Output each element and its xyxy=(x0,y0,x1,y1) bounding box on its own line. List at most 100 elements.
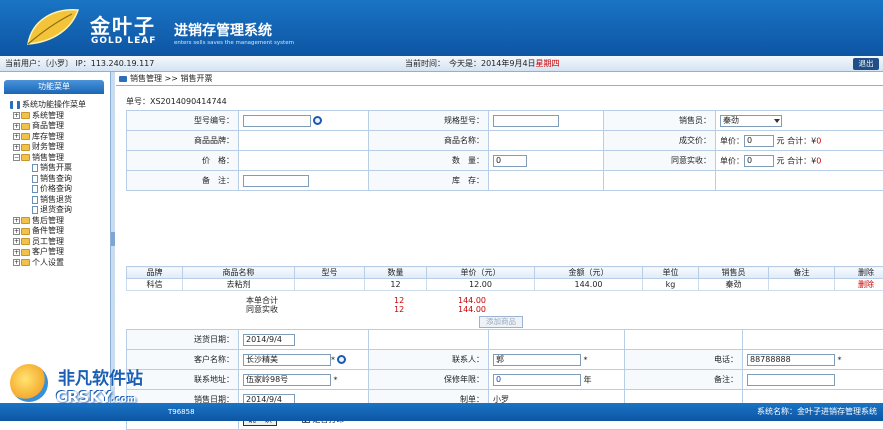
expand-icon[interactable]: + xyxy=(13,217,20,224)
folder-icon xyxy=(21,217,30,224)
col-price: 单价（元） xyxy=(427,267,535,279)
item-table: 品牌 商品名称 型号 数量 单价（元） 金额（元） 单位 销售员 备注 删除 科… xyxy=(126,266,883,291)
col-delete: 删除 xyxy=(835,267,883,279)
year-unit: 年 xyxy=(584,375,592,384)
expand-icon[interactable]: + xyxy=(13,133,20,140)
collapse-icon[interactable]: − xyxy=(13,154,20,161)
sidebar-item-label: 系统管理 xyxy=(32,111,64,122)
sidebar-item-staff[interactable]: +员工管理 xyxy=(10,237,86,248)
gold-leaf-logo-icon xyxy=(22,6,82,48)
sidebar-subitem-sales-return[interactable]: 销售退货 xyxy=(10,195,86,206)
agreed-unit-label: 单价： xyxy=(720,156,744,165)
model-no-cell xyxy=(239,111,369,131)
ship-date-input[interactable]: 2014/9/4 xyxy=(243,334,295,346)
sidebar-subitem-sales-query[interactable]: 销售查询 xyxy=(10,174,86,185)
phone-input[interactable]: 88788888 xyxy=(747,354,835,366)
sidebar: 功能菜单 系统功能操作菜单 +系统管理 +商品管理 +库存管理 +财务管理 −销… xyxy=(0,72,111,403)
search-icon[interactable] xyxy=(337,355,346,364)
remark-input[interactable] xyxy=(243,175,309,187)
breadcrumb-icon xyxy=(119,76,127,82)
breadcrumb: 销售管理 >> 销售开票 xyxy=(116,72,883,86)
contact-input[interactable]: 郭 xyxy=(493,354,581,366)
expand-icon[interactable]: + xyxy=(13,228,20,235)
warranty-label: 保修年限： xyxy=(369,370,489,390)
brand-name-cn: 金叶子 xyxy=(90,10,156,39)
sidebar-subitem-price-query[interactable]: 价格查询 xyxy=(10,184,86,195)
empty-cell xyxy=(604,171,716,191)
col-remark: 备注 xyxy=(769,267,835,279)
brand-name-en: GOLD LEAF xyxy=(91,36,156,46)
quantity-input[interactable]: 0 xyxy=(493,155,527,167)
stock-label: 库 存： xyxy=(369,171,489,191)
customer-input[interactable]: 长沙精美 xyxy=(243,354,331,366)
footer-system-name: 系统名称：金叶子进销存管理系统 xyxy=(757,403,877,421)
expand-icon[interactable]: + xyxy=(13,238,20,245)
search-icon[interactable] xyxy=(313,116,322,125)
main-content: 销售管理 >> 销售开票 单号：XS2014090414744 型号编号： 规格… xyxy=(116,72,883,403)
sidebar-splitter[interactable] xyxy=(111,72,115,403)
folder-open-icon xyxy=(21,154,30,161)
cell-salesman: 秦劲 xyxy=(699,279,769,291)
menu-root-label: 系统功能操作菜单 xyxy=(22,100,86,111)
watermark-text-en: CRSKY.com xyxy=(56,388,136,406)
cell-model xyxy=(295,279,365,291)
sidebar-item-products[interactable]: + 商品管理 xyxy=(10,121,86,132)
price-label: 价 格： xyxy=(127,151,239,171)
expand-icon[interactable]: + xyxy=(13,123,20,130)
logout-button[interactable]: 退出 xyxy=(853,58,879,70)
folder-icon xyxy=(21,238,30,245)
salesman-select[interactable]: 秦劲 xyxy=(720,115,782,127)
sidebar-item-sales[interactable]: −销售管理 xyxy=(10,153,86,164)
expand-icon[interactable]: + xyxy=(13,249,20,256)
remark-label: 备 注： xyxy=(127,171,239,191)
user-bar: 当前用户：〔小罗〕 IP：113.240.19.117 当前时间： 今天是：20… xyxy=(0,56,883,72)
sidebar-subitem-label: 销售退货 xyxy=(40,195,72,206)
deal-yuan: 元 xyxy=(777,136,785,145)
sidebar-subitem-return-query[interactable]: 退货查询 xyxy=(10,205,86,216)
sidebar-item-system[interactable]: + 系统管理 xyxy=(10,111,86,122)
contact-cell: 郭 * xyxy=(489,350,625,370)
deal-unit-input[interactable]: 0 xyxy=(744,135,774,147)
sidebar-item-customers[interactable]: +客户管理 xyxy=(10,247,86,258)
menu-root[interactable]: 系统功能操作菜单 xyxy=(10,100,86,111)
empty-cell xyxy=(369,330,489,350)
sidebar-subitem-label: 销售查询 xyxy=(40,174,72,185)
expand-icon[interactable]: + xyxy=(13,259,20,266)
model-no-input[interactable] xyxy=(243,115,311,127)
remark2-input[interactable] xyxy=(747,374,835,386)
address-input[interactable]: 伍家岭98号 xyxy=(243,374,331,386)
sidebar-item-finance[interactable]: +财务管理 xyxy=(10,142,86,153)
current-user-info: 当前用户：〔小罗〕 IP：113.240.19.117 xyxy=(5,56,154,72)
address-cell: 伍家岭98号 * xyxy=(239,370,369,390)
phone-cell: 88788888 * xyxy=(743,350,883,370)
spec-cell xyxy=(489,111,604,131)
sidebar-subitem-sales-invoice[interactable]: 销售开票 xyxy=(10,163,86,174)
folder-icon xyxy=(21,144,30,151)
add-product-button[interactable]: 添加商品 xyxy=(479,316,523,328)
sidebar-item-personal[interactable]: +个人设置 xyxy=(10,258,86,269)
expand-icon[interactable]: + xyxy=(13,144,20,151)
document-icon xyxy=(32,164,38,172)
agreed-unit-input[interactable]: 0 xyxy=(744,155,774,167)
watermark-en-suffix: .com xyxy=(112,395,136,405)
watermark-logo-icon xyxy=(10,364,48,402)
product-form: 型号编号： 规格型号： 销售员： 秦劲 商品品牌： 商品名称： 成交价： 单价：… xyxy=(126,110,883,191)
expand-icon[interactable]: + xyxy=(13,112,20,119)
sidebar-item-inventory[interactable]: +库存管理 xyxy=(10,132,86,143)
quantity-label: 数 量： xyxy=(369,151,489,171)
spec-input[interactable] xyxy=(493,115,559,127)
agreed-qty: 12 xyxy=(394,305,404,314)
contact-label: 联系人： xyxy=(369,350,489,370)
subtotal-qty: 12 xyxy=(394,296,404,305)
system-subtitle: enters sells saves the management system xyxy=(174,40,294,46)
watermark-en-main: CRSKY xyxy=(56,388,112,406)
delete-link[interactable]: 删除 xyxy=(835,279,883,291)
folder-icon xyxy=(21,259,30,266)
cell-brand: 科信 xyxy=(127,279,183,291)
sidebar-item-parts[interactable]: +备件管理 xyxy=(10,226,86,237)
collapse-arrow-icon[interactable] xyxy=(111,232,115,246)
warranty-input[interactable]: 0 xyxy=(493,374,581,386)
sidebar-item-aftersales[interactable]: +售后管理 xyxy=(10,216,86,227)
model-no-label: 型号编号： xyxy=(127,111,239,131)
sidebar-item-label: 商品管理 xyxy=(32,121,64,132)
